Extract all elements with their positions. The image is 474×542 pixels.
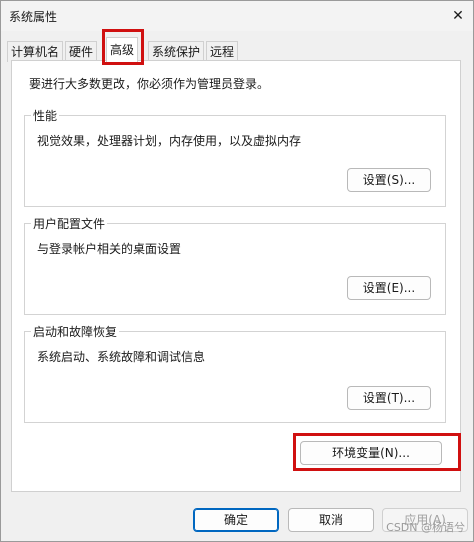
- startup-recovery-desc: 系统启动、系统故障和调试信息: [37, 350, 206, 364]
- advanced-panel: 要进行大多数更改，你必须作为管理员登录。 性能 视觉效果，处理器计划，内存使用，…: [11, 60, 461, 492]
- tab-advanced[interactable]: 高级: [106, 37, 139, 62]
- performance-title: 性能: [31, 107, 60, 124]
- startup-recovery-group: 启动和故障恢复 系统启动、系统故障和调试信息 设置(T)...: [24, 323, 446, 423]
- performance-desc: 视觉效果，处理器计划，内存使用，以及虚拟内存: [37, 134, 302, 148]
- tab-hardware[interactable]: 硬件: [65, 41, 98, 62]
- startup-recovery-settings-button[interactable]: 设置(T)...: [347, 386, 431, 410]
- close-icon[interactable]: ✕: [447, 5, 469, 27]
- admin-note: 要进行大多数更改，你必须作为管理员登录。: [29, 77, 270, 91]
- user-profiles-title: 用户配置文件: [31, 215, 108, 232]
- title-bar: 系统属性 ✕: [1, 1, 473, 31]
- system-properties-window: 系统属性 ✕ 计算机名 硬件 高级 系统保护 远程 要进行大多数更改，你必须作为…: [0, 0, 474, 542]
- startup-recovery-title: 启动和故障恢复: [31, 323, 120, 340]
- environment-variables-button[interactable]: 环境变量(N)...: [300, 441, 442, 465]
- user-profiles-desc: 与登录帐户相关的桌面设置: [37, 242, 182, 256]
- user-profiles-settings-button[interactable]: 设置(E)...: [347, 276, 431, 300]
- cancel-button[interactable]: 取消: [288, 508, 374, 532]
- performance-group: 性能 视觉效果，处理器计划，内存使用，以及虚拟内存 设置(S)...: [24, 107, 446, 207]
- tab-system-protection[interactable]: 系统保护: [148, 41, 205, 62]
- performance-settings-button[interactable]: 设置(S)...: [347, 168, 431, 192]
- ok-button[interactable]: 确定: [193, 508, 279, 532]
- watermark: CSDN @杨语兮: [386, 521, 465, 534]
- tab-computer-name[interactable]: 计算机名: [7, 41, 64, 62]
- user-profiles-group: 用户配置文件 与登录帐户相关的桌面设置 设置(E)...: [24, 215, 446, 315]
- window-title: 系统属性: [9, 10, 58, 24]
- tab-remote[interactable]: 远程: [206, 41, 239, 62]
